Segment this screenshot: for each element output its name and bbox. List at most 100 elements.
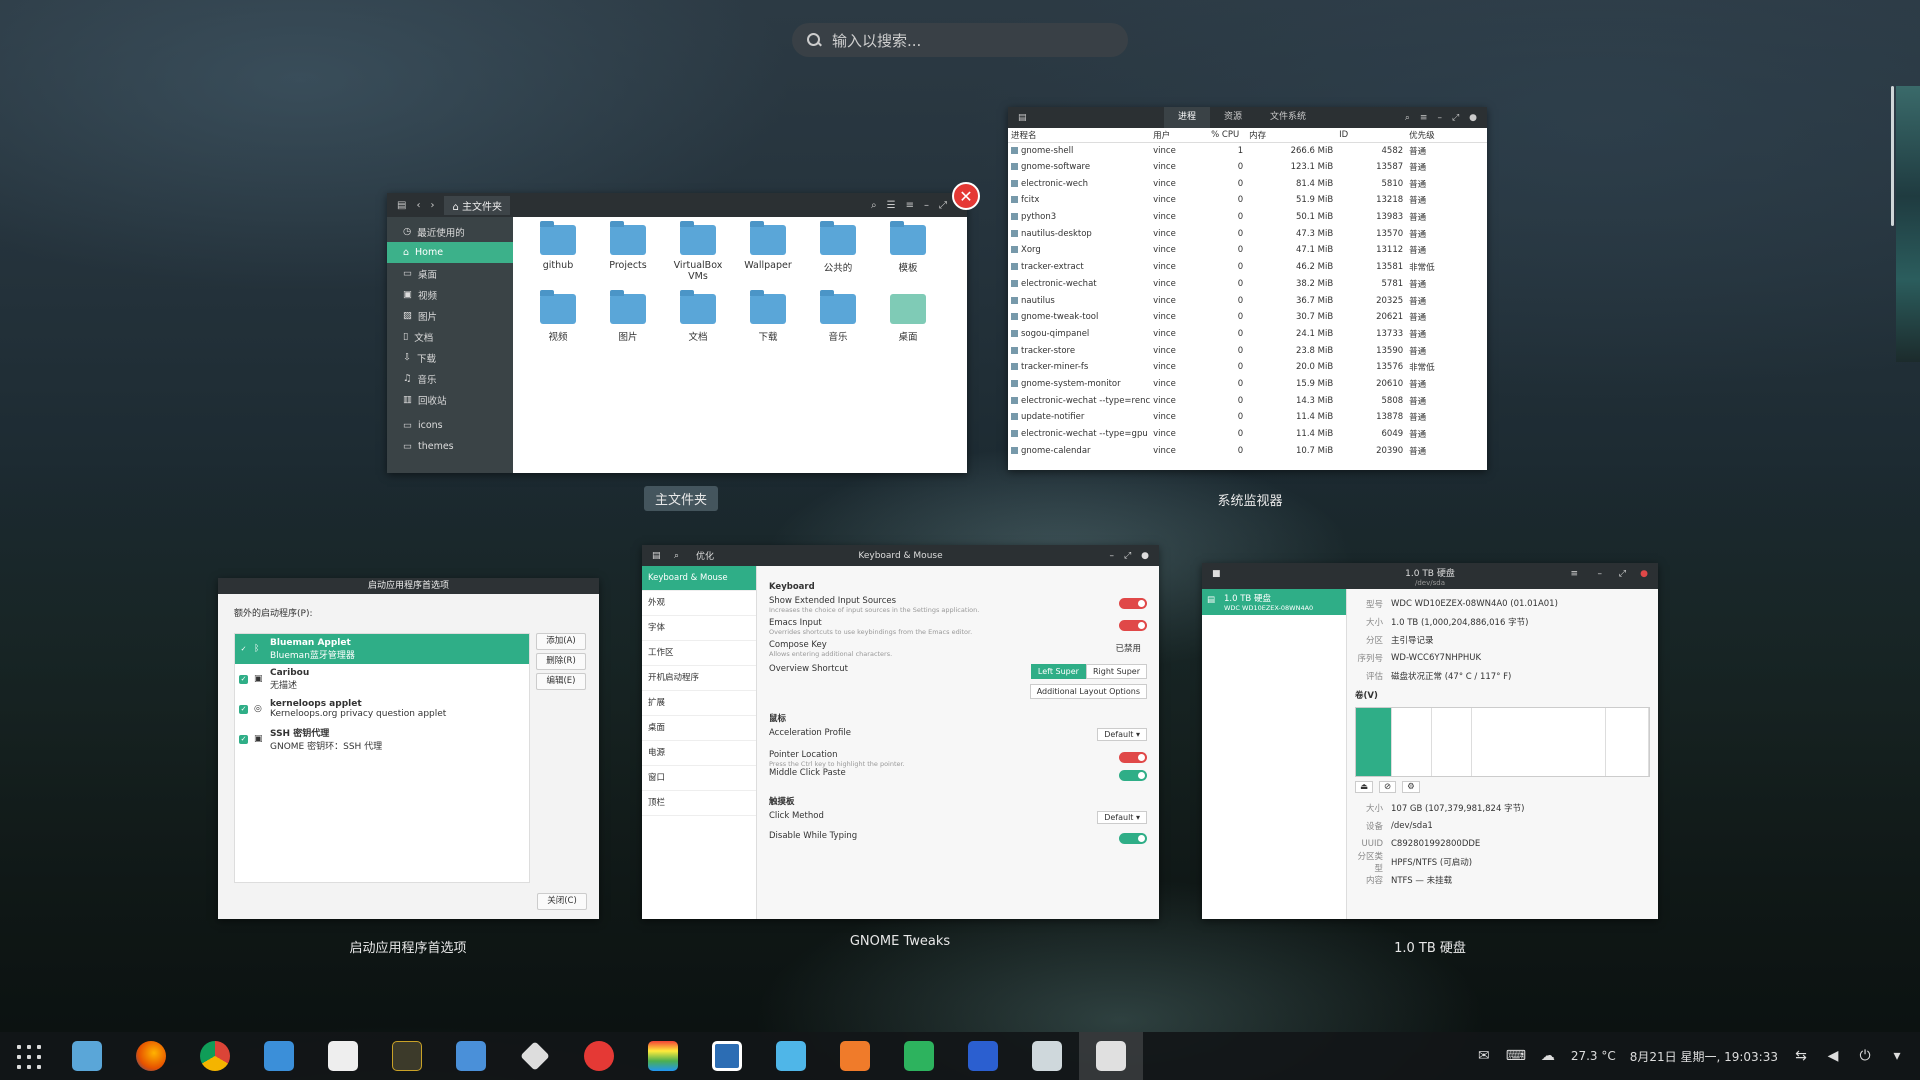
emacs-toggle[interactable] <box>1119 620 1147 631</box>
process-row[interactable]: electronic-wechat vince 0 38.2 MiB 5781 普通 <box>1008 276 1487 293</box>
volume-map[interactable] <box>1355 707 1650 777</box>
search-icon[interactable]: ⌕ <box>674 551 690 561</box>
sidebar-item-appearance[interactable]: 外观 <box>642 591 756 616</box>
delete-icon[interactable]: ⊘ <box>1379 781 1397 793</box>
inkscape-launcher[interactable] <box>503 1032 567 1080</box>
process-row[interactable]: nautilus-desktop vince 0 47.3 MiB 13570 普通 <box>1008 225 1487 242</box>
folder-item[interactable]: 视频 <box>523 290 593 343</box>
process-row[interactable]: tracker-miner-fs vince 0 20.0 MiB 13576 非常低 <box>1008 359 1487 376</box>
view-icon[interactable]: ☰ <box>887 200 896 211</box>
sidebar-item-recent[interactable]: ◷ 最近使用的 <box>387 221 513 242</box>
process-row[interactable]: fcitx vince 0 51.9 MiB 13218 普通 <box>1008 192 1487 209</box>
unmount-icon[interactable]: ⏏ <box>1355 781 1374 793</box>
process-row[interactable]: gnome-tweak-tool vince 0 30.7 MiB 20621 普通 <box>1008 309 1487 326</box>
wps-spreadsheet-launcher[interactable] <box>887 1032 951 1080</box>
middle-click-toggle[interactable] <box>1119 770 1147 781</box>
folder-item[interactable]: VirtualBox VMs <box>663 221 733 282</box>
network-icon[interactable]: ⇆ <box>1792 1047 1810 1065</box>
sidebar-item-documents[interactable]: ▯ 文档 <box>387 326 513 347</box>
process-row[interactable]: Xorg vince 0 47.1 MiB 13112 普通 <box>1008 242 1487 259</box>
virtualbox-launcher[interactable] <box>695 1032 759 1080</box>
folder-item[interactable]: Projects <box>593 221 663 282</box>
folder-item[interactable]: 公共的 <box>803 221 873 282</box>
files-window[interactable]: ▤ ‹ › ⌂ 主文件夹 ⌕ ☰ ≡ – ⤢ ◷ 最近使用的 ⌂ Home ▭ 桌面 … <box>387 193 967 473</box>
volume-segment[interactable] <box>1392 708 1432 776</box>
folder-item[interactable]: 文档 <box>663 290 733 343</box>
process-row[interactable]: nautilus vince 0 36.7 MiB 20325 普通 <box>1008 292 1487 309</box>
list-item[interactable]: ✓ ▣ SSH 密钥代理 GNOME 密钥环：SSH 代理 <box>235 724 529 754</box>
maximize-icon[interactable]: ⤢ <box>1619 569 1626 579</box>
close-icon[interactable]: ● <box>1141 551 1149 561</box>
keyboard-icon[interactable]: ⌨ <box>1506 1047 1526 1065</box>
tab-processes[interactable]: 进程 <box>1164 107 1211 128</box>
column-header[interactable]: ID <box>1336 128 1407 143</box>
close-icon[interactable]: ● <box>1640 569 1648 579</box>
right-super-button[interactable]: Right Super <box>1085 664 1147 679</box>
column-header[interactable]: 内存 <box>1246 128 1337 143</box>
power-icon[interactable]: ⏻ <box>1856 1047 1874 1065</box>
system-monitor-launcher[interactable] <box>375 1032 439 1080</box>
back-icon[interactable]: ‹ <box>416 200 420 211</box>
menu-icon[interactable]: ≡ <box>906 200 914 211</box>
maximize-icon[interactable]: ⤢ <box>1452 113 1459 123</box>
system-monitor-window[interactable]: ▤ 进程 资源 文件系统 ⌕ ≡ – ⤢ ● 进程名 用户 % CPU 内存 I… <box>1008 107 1487 470</box>
forward-icon[interactable]: › <box>430 200 434 211</box>
search-icon[interactable]: ⌕ <box>1405 113 1410 123</box>
wechat-tray-icon[interactable]: ✉ <box>1475 1047 1493 1065</box>
sidebar-item-windows[interactable]: 窗口 <box>642 766 756 791</box>
search-entry[interactable]: 输入以搜索... <box>792 23 1128 57</box>
sidebar-item-desktop[interactable]: ▭ 桌面 <box>387 263 513 284</box>
screenshot-launcher[interactable] <box>1015 1032 1079 1080</box>
sidebar-item-workspaces[interactable]: 工作区 <box>642 641 756 666</box>
close-window-icon[interactable]: ✕ <box>952 182 980 210</box>
left-super-button[interactable]: Left Super <box>1030 664 1086 679</box>
temperature[interactable]: 27.3 °C <box>1571 1049 1616 1063</box>
folder-item[interactable]: github <box>523 221 593 282</box>
minimize-icon[interactable]: – <box>1437 113 1442 123</box>
workspace-thumbnail[interactable] <box>1896 86 1920 362</box>
path-bar[interactable]: ⌂ 主文件夹 <box>444 195 510 215</box>
wps-writer-launcher[interactable] <box>951 1032 1015 1080</box>
layout-options-button[interactable]: Additional Layout Options <box>1029 684 1147 699</box>
folder-item[interactable]: 模板 <box>873 221 943 282</box>
volume-segment[interactable] <box>1356 708 1392 776</box>
volume-segment[interactable] <box>1432 708 1472 776</box>
sidebar-item-themes[interactable]: ▭ themes <box>387 436 513 457</box>
sidebar-item-desktop[interactable]: 桌面 <box>642 716 756 741</box>
column-header[interactable]: 优先级 <box>1406 128 1487 143</box>
sidebar-item-downloads[interactable]: ⇩ 下载 <box>387 347 513 368</box>
search-icon[interactable]: ⌕ <box>871 200 877 211</box>
colors-launcher[interactable] <box>631 1032 695 1080</box>
chrome-launcher[interactable] <box>183 1032 247 1080</box>
process-row[interactable]: gnome-system-monitor vince 0 15.9 MiB 20610 普… <box>1008 376 1487 393</box>
folder-item[interactable]: 桌面 <box>873 294 943 343</box>
disks-launcher[interactable] <box>1079 1032 1143 1080</box>
column-header[interactable]: 进程名 <box>1008 128 1151 143</box>
close-icon[interactable]: ● <box>1469 113 1477 123</box>
column-header[interactable]: % CPU <box>1208 128 1247 143</box>
mail-launcher[interactable] <box>439 1032 503 1080</box>
wps-presentation-launcher[interactable] <box>823 1032 887 1080</box>
folder-item[interactable]: Wallpaper <box>733 221 803 282</box>
remove-button[interactable]: 删除(R) <box>536 653 586 670</box>
sidebar-item-home[interactable]: ⌂ Home <box>387 242 513 263</box>
list-item[interactable]: ✓ ▣ Caribou 无描述 <box>235 664 529 694</box>
list-item[interactable]: ✓ ᛒ Blueman Applet Blueman蓝牙管理器 <box>235 634 529 664</box>
process-row[interactable]: electronic-wechat --type=gpu vince 0 11.4 M… <box>1008 426 1487 443</box>
sidebar-item-extensions[interactable]: 扩展 <box>642 691 756 716</box>
compose-value[interactable]: 已禁用 <box>1115 642 1141 654</box>
sidebar-item-trash[interactable]: ▥ 回收站 <box>387 389 513 410</box>
column-header[interactable]: 用户 <box>1150 128 1209 143</box>
tweaks-window[interactable]: ▤ ⌕ 优化 Keyboard & Mouse – ⤢ ● Keyboard &… <box>642 545 1159 919</box>
process-row[interactable]: electronic-wechat --type=renc vince 0 14.3 … <box>1008 392 1487 409</box>
tab-filesystems[interactable]: 文件系统 <box>1256 107 1320 128</box>
settings-icon[interactable]: ⚙ <box>1402 781 1420 793</box>
menu-icon[interactable]: ≡ <box>1420 113 1428 123</box>
process-row[interactable]: tracker-store vince 0 23.8 MiB 13590 普通 <box>1008 342 1487 359</box>
toggle-launcher[interactable] <box>247 1032 311 1080</box>
folder-item[interactable]: 下载 <box>733 290 803 343</box>
minimize-icon[interactable]: – <box>1598 569 1603 579</box>
volume-icon[interactable]: ◀ <box>1824 1047 1842 1065</box>
menu-icon[interactable]: ≡ <box>1570 569 1578 579</box>
volume-segment[interactable] <box>1606 708 1649 776</box>
